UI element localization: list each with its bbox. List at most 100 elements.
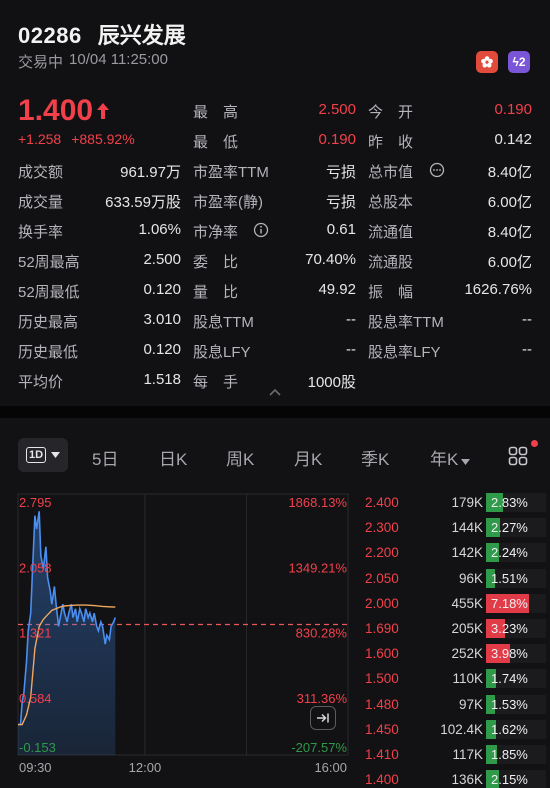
change-value: +1.258 xyxy=(18,131,62,147)
stat-value: 6.00亿 xyxy=(487,194,532,211)
order-book-row: 2.000 455K 7.18% xyxy=(365,591,550,616)
book-percent: 1.51% xyxy=(491,570,528,586)
y-axis-label-left: 1.321 xyxy=(19,626,52,641)
chevron-down-icon xyxy=(461,459,471,465)
section-divider xyxy=(0,406,550,418)
y-axis-label-left: -0.153 xyxy=(19,740,56,755)
info-icon[interactable] xyxy=(429,162,445,178)
stat-value: 1.518 xyxy=(143,371,181,388)
book-percent: 1.53% xyxy=(491,696,528,712)
order-book-row: 1.400 136K 2.15% xyxy=(365,767,550,788)
book-bar: 3.23% xyxy=(486,619,546,638)
book-percent: 2.83% xyxy=(491,495,528,510)
x-axis-label: 16:00 xyxy=(314,760,347,775)
stat-label: 成交额 xyxy=(18,164,64,181)
book-volume: 136K xyxy=(451,772,483,788)
info-icon[interactable] xyxy=(253,222,269,238)
stat-label: 总市值 xyxy=(368,164,414,181)
book-bar: 2.24% xyxy=(486,543,546,563)
book-bar: 3.98% xyxy=(486,644,546,664)
book-price: 1.690 xyxy=(365,621,399,636)
notification-dot xyxy=(531,440,538,447)
stat-label: 成交量 xyxy=(18,194,64,211)
stat-value: 2.500 xyxy=(143,251,181,268)
book-bar: 1.74% xyxy=(486,669,546,689)
book-volume: 455K xyxy=(451,595,483,611)
tab-year-k[interactable]: 年K xyxy=(430,445,471,470)
stat-value: 8.40亿 xyxy=(487,164,532,181)
stat-value: 3.010 xyxy=(143,311,181,328)
stat-label: 换手率 xyxy=(18,224,64,241)
stat-value: 1.06% xyxy=(138,221,181,238)
book-price: 1.600 xyxy=(365,646,399,662)
status-datetime: 10/04 11:25:00 xyxy=(69,51,168,68)
y-axis-label-right: 1868.13% xyxy=(288,495,347,510)
stat-value: 961.97万 xyxy=(120,164,181,181)
stat-label: 最 低 xyxy=(193,134,239,151)
order-book-row: 2.200 142K 2.24% xyxy=(365,540,550,565)
book-bar: 1.51% xyxy=(486,568,546,588)
hk-flower-icon[interactable] xyxy=(476,51,498,73)
book-volume: 252K xyxy=(451,646,483,662)
y-axis-label-left: 2.795 xyxy=(19,495,52,510)
stat-label: 最 高 xyxy=(193,104,239,121)
jump-to-latest-icon[interactable] xyxy=(310,706,336,730)
book-price: 1.410 xyxy=(365,747,399,762)
book-bar: 2.83% xyxy=(486,493,546,512)
stat-value: 0.190 xyxy=(494,101,532,118)
stat-value: 0.190 xyxy=(318,131,356,148)
trading-status: 交易中 10/04 11:25:00 xyxy=(18,51,168,72)
stat-label: 每 手 xyxy=(193,374,239,391)
stat-label: 52周最低 xyxy=(18,284,80,301)
stat-value: 0.61 xyxy=(326,221,356,238)
book-bar: 1.53% xyxy=(486,694,546,714)
book-volume: 110K xyxy=(452,671,483,687)
book-percent: 2.15% xyxy=(491,772,528,788)
stat-value: 0.142 xyxy=(494,131,532,148)
x-axis-label: 09:30 xyxy=(19,760,52,775)
order-book-row: 1.690 205K 3.23% xyxy=(365,616,550,641)
y-axis-label-right: 311.36% xyxy=(297,691,348,706)
order-book-row: 1.480 97K 1.53% xyxy=(365,692,550,717)
stat-label: 委 比 xyxy=(193,254,239,271)
y-axis-label-right: 1349.21% xyxy=(288,560,347,575)
book-price: 2.200 xyxy=(365,545,399,561)
stat-value: 8.40亿 xyxy=(487,224,532,241)
book-percent: 3.23% xyxy=(491,621,528,636)
stat-label: 股息率TTM xyxy=(368,314,444,331)
stat-value: -- xyxy=(346,341,356,358)
y-axis-label-right: 830.28% xyxy=(296,626,348,641)
book-percent: 1.62% xyxy=(491,721,528,737)
chevron-up-icon[interactable] xyxy=(268,386,282,400)
book-volume: 144K xyxy=(451,520,483,536)
stat-label: 市盈率(静) xyxy=(193,194,263,211)
stat-label: 历史最高 xyxy=(18,314,79,331)
order-book-row: 1.410 117K 1.85% xyxy=(365,742,550,767)
book-volume: 205K xyxy=(451,621,483,636)
book-bar: 2.27% xyxy=(486,518,546,538)
order-book-row: 2.300 144K 2.27% xyxy=(365,515,550,540)
book-volume: 96K xyxy=(458,570,483,586)
book-percent: 3.98% xyxy=(491,646,528,662)
stat-label: 市盈率TTM xyxy=(193,164,269,181)
tab-year-k-label: 年K xyxy=(430,450,459,469)
stat-value: 70.40% xyxy=(305,251,356,268)
book-price: 2.000 xyxy=(365,595,399,611)
chart-panel: 1D 5日 日K 周K 月K 季K 年K 2.795 2.058 1.321 0.58… xyxy=(0,418,550,788)
tab-quarter-k[interactable]: 季K xyxy=(361,445,389,470)
book-price: 1.480 xyxy=(365,696,399,712)
intraday-chart[interactable]: 2.795 2.058 1.321 0.584 -0.153 1868.13% 1349.2… xyxy=(0,418,360,788)
stat-value: -- xyxy=(522,311,532,328)
stat-label: 市净率 xyxy=(193,224,239,241)
up-arrow-icon xyxy=(97,103,110,119)
stock-code: 02286 xyxy=(18,23,82,48)
book-percent: 7.18% xyxy=(491,595,528,611)
stat-label: 股息率LFY xyxy=(368,344,441,361)
lightning-icon[interactable]: ϟ2 xyxy=(508,51,530,73)
stat-value: 49.92 xyxy=(318,281,356,298)
book-price: 2.400 xyxy=(365,495,399,510)
grid-icon[interactable] xyxy=(508,446,528,466)
book-volume: 102.4K xyxy=(440,721,483,737)
status-text: 交易中 xyxy=(18,54,64,71)
book-price: 1.400 xyxy=(365,772,399,788)
